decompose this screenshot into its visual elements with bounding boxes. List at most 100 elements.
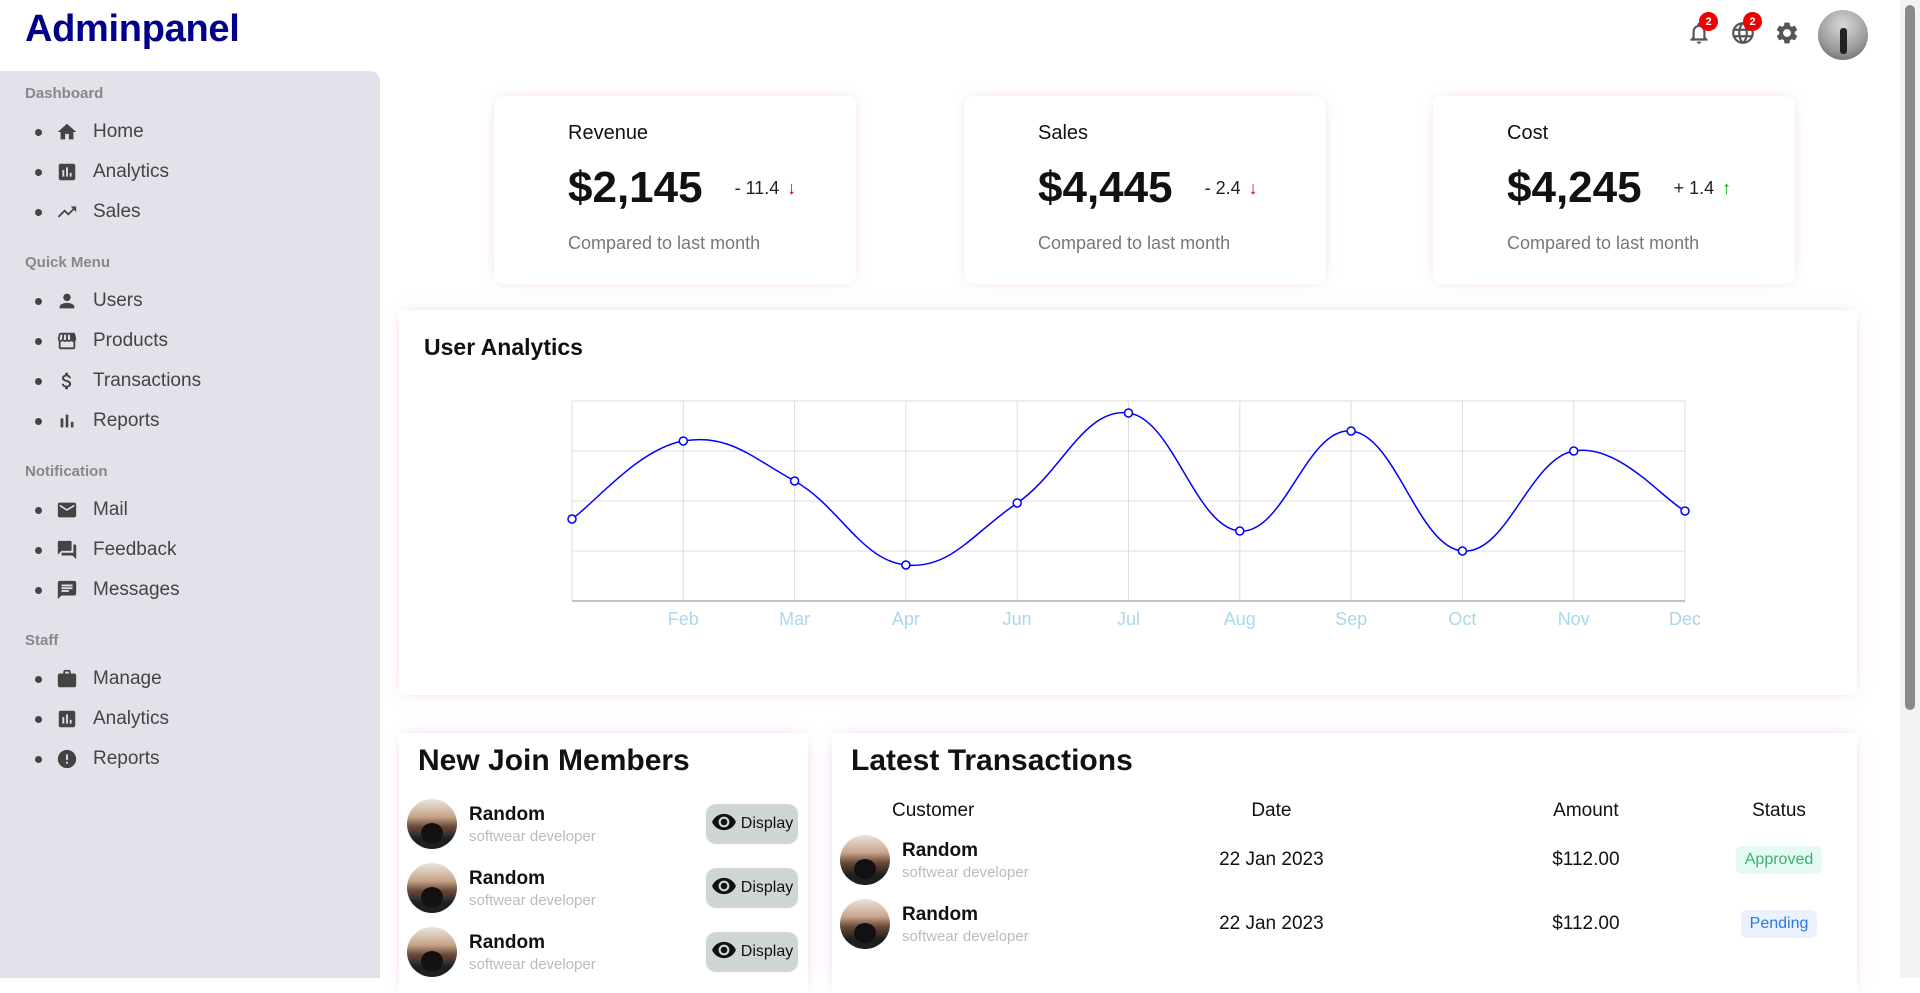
x-tick-label: Jul [1117,609,1140,629]
trending-up-icon [55,200,79,224]
x-tick-label: Jun [1003,609,1032,629]
analytics-icon [55,160,79,184]
sidebar-item-sales[interactable]: Sales [35,192,380,232]
sidebar-item-mail[interactable]: Mail [35,490,380,530]
data-point[interactable] [1457,546,1468,556]
data-point[interactable] [678,436,689,446]
member-info: Random softwear developer [469,804,706,845]
member-list-item: Random softwear developer Display [407,792,800,856]
customer-cell: Random softwear developer [840,828,1080,892]
customer-name: Random [902,839,978,861]
status-badge[interactable]: Approved [1735,846,1823,874]
topbar-icons: 2 2 [1686,10,1868,60]
sidebar-item-label: Users [93,290,143,311]
customer-avatar [840,899,890,949]
feature-rate-value: - 2.4 [1204,177,1241,198]
x-tick-label: Mar [779,609,810,629]
arrow-down-icon: ↓ [1248,177,1258,198]
sidebar-item-label: Products [93,330,168,351]
briefcase-icon [55,667,79,691]
data-point[interactable] [789,476,800,486]
sidebar-item-products[interactable]: Products [35,321,380,361]
transactions-header-row: Customer Date Amount Status [840,794,1849,828]
customer-name: Random [902,903,978,925]
sidebar-item-messages[interactable]: Messages [35,570,380,610]
gear-icon [1774,20,1800,51]
sidebar-item-manage[interactable]: Manage [35,659,380,699]
sidebar-item-analytics[interactable]: Analytics [35,699,380,739]
feature-rate-value: + 1.4 [1673,177,1715,198]
sidebar-item-feedback[interactable]: Feedback [35,530,380,570]
feature-card-revenue: Revenue $2,145 - 11.4 ↓ Compared to last mon… [494,96,856,284]
person-icon [55,289,79,313]
data-point[interactable] [1235,526,1245,536]
feature-subtitle: Compared to last month [1507,233,1700,253]
sidebar: Dashboard Home Analytics Sales Quick Menu Use… [0,71,380,978]
sidebar-item-label: Reports [93,410,160,431]
customer-info: Random softwear developer [902,904,1080,945]
x-tick-label: Aug [1224,609,1256,629]
data-point[interactable] [1568,446,1579,456]
member-list-item: Random softwear developer Display [407,920,800,984]
data-point[interactable] [1680,506,1690,516]
customer-info: Random softwear developer [902,840,1080,881]
settings-button[interactable] [1774,22,1800,48]
app-logo[interactable]: Adminpanel [25,8,240,51]
data-point[interactable] [1012,498,1022,508]
sidebar-list: Users Products Transactions Reports [25,281,380,441]
sidebar-item-analytics[interactable]: Analytics [35,152,380,192]
feature-rate-value: - 11.4 [734,177,780,198]
chart-plot: Feb Mar Apr Jun Jul Aug Sep Oct Nov Dec [567,400,1701,629]
notifications-button[interactable]: 2 [1686,12,1718,48]
sidebar-item-label: Mail [93,499,128,520]
feature-row: $4,245 + 1.4 ↑ [1507,163,1795,213]
data-point[interactable] [1123,408,1134,418]
sidebar-list: Home Analytics Sales [25,112,380,232]
latest-transactions-widget: Latest Transactions Customer Date Amount St… [832,733,1857,993]
display-button[interactable]: Display [706,932,798,972]
date-cell: 22 Jan 2023 [1219,913,1324,934]
notifications-badge: 2 [1699,12,1718,31]
display-button-label: Display [740,879,794,896]
page-scrollbar[interactable] [1900,0,1920,978]
sidebar-item-home[interactable]: Home [35,112,380,152]
display-button-label: Display [740,943,794,960]
sidebar-item-users[interactable]: Users [35,281,380,321]
language-badge: 2 [1743,12,1762,31]
sidebar-item-reports[interactable]: Reports [35,401,380,441]
eye-icon [711,873,737,904]
data-point[interactable] [1346,426,1356,436]
feature-row: $2,145 - 11.4 ↓ [568,163,856,213]
profile-avatar[interactable] [1818,10,1868,60]
sidebar-item-label: Analytics [93,161,170,182]
display-button-label: Display [740,815,794,832]
feedback-icon [55,538,79,562]
status-cell: Approved [1709,828,1849,892]
x-tick-label: Sep [1335,609,1367,629]
storefront-icon [55,329,79,353]
sidebar-item-transactions[interactable]: Transactions [35,361,380,401]
feature-card-cost: Cost $4,245 + 1.4 ↑ Compared to last month [1433,96,1795,284]
sidebar-section-title: Dashboard [25,85,104,102]
column-header-customer: Customer [892,800,975,821]
status-badge[interactable]: Pending [1740,910,1818,938]
feature-rate: + 1.4 ↑ [1674,178,1732,199]
amount-cell: $112.00 [1552,913,1620,934]
language-button[interactable]: 2 [1730,12,1762,48]
column-header-status: Status [1752,800,1806,821]
feature-title: Sales [1038,122,1089,144]
data-point[interactable] [567,514,577,524]
member-name: Random [469,867,545,889]
data-point[interactable] [901,560,911,570]
display-button[interactable]: Display [706,868,798,908]
display-button[interactable]: Display [706,804,798,844]
sidebar-list: Manage Analytics Reports [25,659,380,779]
feature-rate: - 2.4 ↓ [1205,178,1258,199]
scrollbar-thumb[interactable] [1905,5,1915,710]
customer-avatar [840,835,890,885]
member-job: softwear developer [469,955,596,973]
topbar: Adminpanel 2 2 [0,0,1900,70]
sidebar-item-reports[interactable]: Reports [35,739,380,779]
home-icon [55,120,79,144]
sidebar-section-title: Quick Menu [25,254,111,271]
